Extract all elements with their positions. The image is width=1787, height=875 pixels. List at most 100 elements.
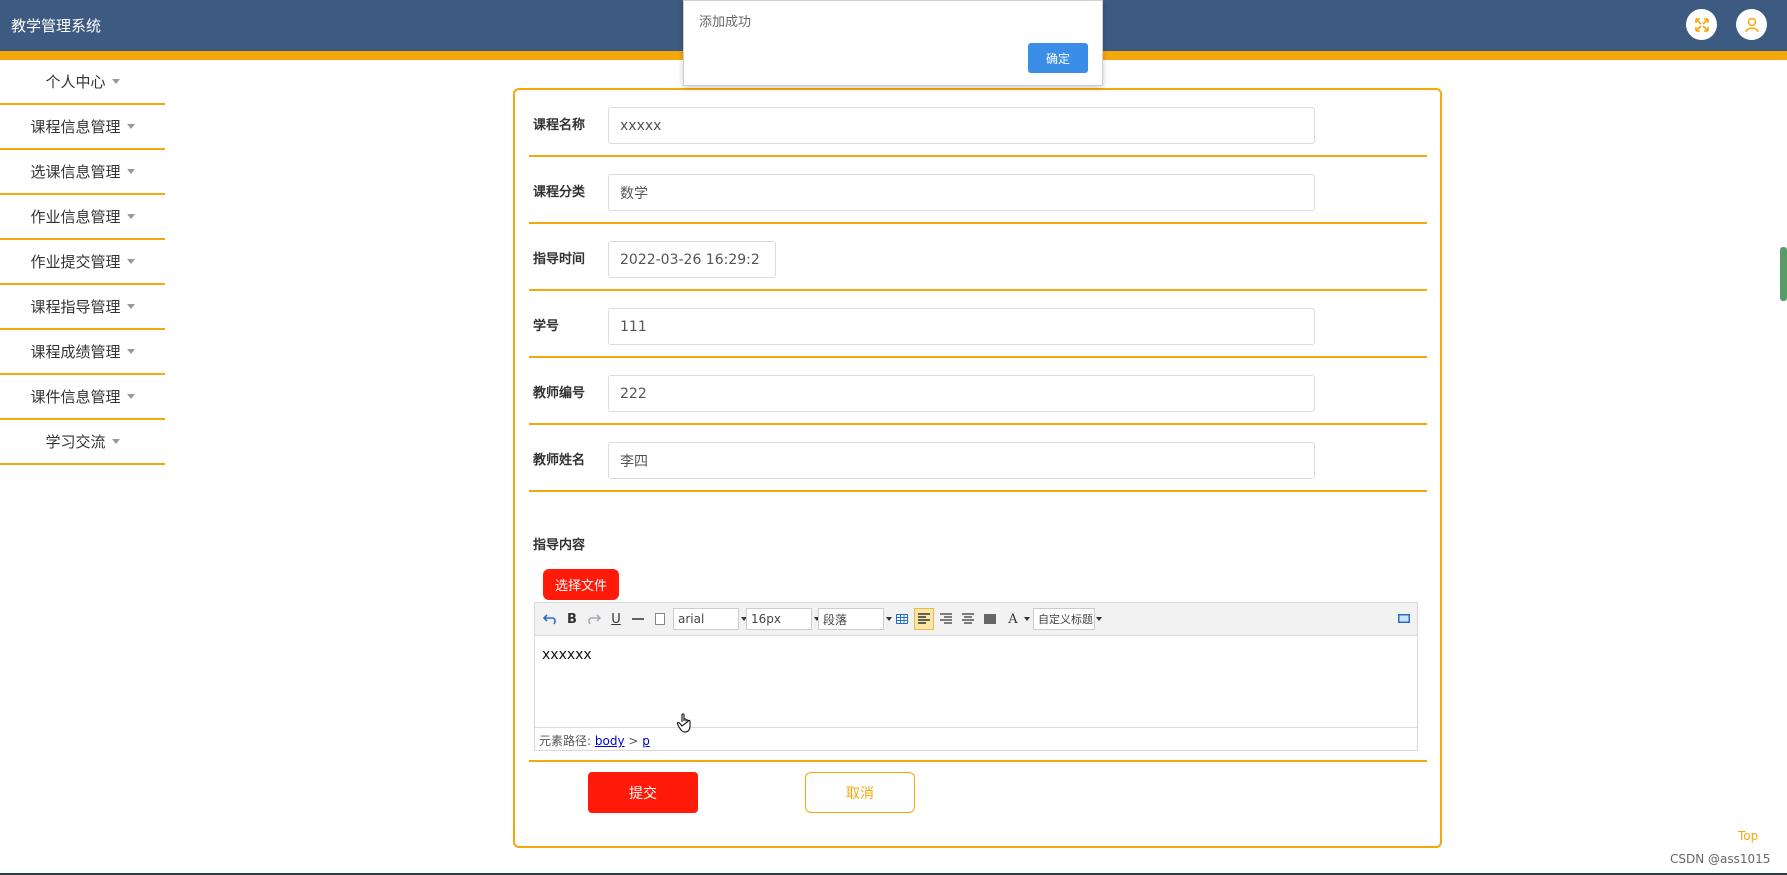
watermark-text: CSDN @ass1015 [1670, 852, 1771, 866]
element-path-separator: > [628, 734, 639, 748]
caret-down-icon [126, 259, 135, 264]
font-color-button[interactable]: A [1003, 608, 1023, 630]
align-justify-button[interactable] [980, 608, 1000, 630]
align-right-icon [940, 613, 952, 624]
form-row-guide-time: 指导时间 2022-03-26 16:29:2 [529, 224, 1427, 291]
teacher-name-label: 教师姓名 [533, 453, 586, 468]
custom-heading-select[interactable]: 自定义标题 [1033, 608, 1095, 630]
sidebar-item-study-exchange[interactable]: 学习交流 [0, 420, 165, 465]
font-size-select[interactable]: 16px [746, 608, 820, 630]
sidebar-item-course-grades[interactable]: 课程成绩管理 [0, 330, 165, 375]
expand-icon [1694, 17, 1709, 32]
caret-down-icon [126, 124, 135, 129]
dialog-message: 添加成功 [699, 15, 752, 30]
expand-button[interactable] [1686, 9, 1717, 40]
element-path-p-link[interactable]: p [642, 734, 650, 748]
element-path-body-link[interactable]: body [595, 734, 625, 748]
sidebar-item-homework-submission[interactable]: 作业提交管理 [0, 240, 165, 285]
sidebar-item-label: 课程信息管理 [30, 118, 121, 136]
dropdown-arrow-icon [1024, 617, 1030, 621]
editor-element-path: 元素路径: body > p [535, 727, 1417, 750]
sidebar-item-label: 课程成绩管理 [30, 343, 121, 361]
caret-down-icon [111, 79, 120, 84]
scrollbar-thumb[interactable] [1780, 247, 1787, 301]
sidebar-item-course-selection[interactable]: 选课信息管理 [0, 150, 165, 195]
underline-button[interactable]: U [607, 608, 625, 630]
sidebar-item-personal-center[interactable]: 个人中心 [0, 60, 165, 105]
font-family-value: arial [678, 612, 705, 626]
document-icon [655, 613, 665, 625]
align-justify-icon [984, 614, 996, 624]
paste-plain-button[interactable] [651, 608, 669, 630]
dropdown-arrow-icon [1096, 617, 1102, 621]
redo-icon [588, 614, 601, 625]
user-button[interactable] [1736, 9, 1767, 40]
fullscreen-button[interactable] [1395, 608, 1413, 630]
form-row-student-no: 学号 111 [529, 291, 1427, 358]
font-size-value: 16px [751, 612, 781, 626]
caret-down-icon [111, 439, 120, 444]
align-right-button[interactable] [936, 608, 956, 630]
paragraph-value: 段落 [823, 612, 848, 627]
sidebar-item-label: 作业提交管理 [30, 253, 121, 271]
student-no-label: 学号 [533, 319, 560, 334]
caret-down-icon [126, 214, 135, 219]
form-row-course-category: 课程分类 数学 [529, 157, 1427, 224]
sidebar-item-label: 选课信息管理 [30, 163, 121, 181]
teacher-no-field[interactable]: 222 [608, 375, 1315, 412]
caret-down-icon [126, 169, 135, 174]
course-category-label: 课程分类 [533, 185, 586, 200]
editor-content-text: xxxxxx [542, 647, 592, 663]
font-family-select[interactable]: arial [673, 608, 747, 630]
insert-table-button[interactable] [892, 608, 912, 630]
sidebar-item-course-guidance[interactable]: 课程指导管理 [0, 285, 165, 330]
hand-cursor-icon [676, 713, 691, 733]
editor-content[interactable]: xxxxxx [535, 636, 1417, 728]
monitor-icon [1398, 614, 1410, 623]
editor-toolbar: B U arial 16px 段落 A 自定义标题 [535, 603, 1417, 636]
choose-file-button[interactable]: 选择文件 [543, 569, 619, 600]
sidebar-item-label: 学习交流 [45, 433, 106, 451]
align-center-icon [962, 613, 974, 624]
teacher-name-field[interactable]: 李四 [608, 442, 1315, 479]
caret-down-icon [126, 349, 135, 354]
redo-button[interactable] [585, 608, 603, 630]
sidebar-item-label: 课件信息管理 [30, 388, 121, 406]
divider [529, 760, 1427, 762]
caret-down-icon [126, 304, 135, 309]
sidebar-item-label: 个人中心 [45, 73, 106, 91]
sidebar-menu: 个人中心 课程信息管理 选课信息管理 作业信息管理 作业提交管理 课程指导管理 … [0, 60, 165, 465]
align-left-button[interactable] [914, 608, 934, 630]
horizontal-rule-icon [632, 618, 644, 620]
font-color-dropdown[interactable] [1023, 608, 1031, 630]
submit-button[interactable]: 提交 [588, 772, 698, 813]
user-icon [1744, 17, 1759, 32]
rich-text-editor: B U arial 16px 段落 A 自定义标题 xxxxxx 元素路径: b… [534, 602, 1418, 751]
back-to-top-link[interactable]: Top [1738, 829, 1758, 843]
guide-time-label: 指导时间 [533, 252, 586, 267]
bold-button[interactable]: B [563, 608, 581, 630]
align-center-button[interactable] [958, 608, 978, 630]
cancel-button[interactable]: 取消 [805, 772, 915, 813]
horizontal-rule-button[interactable] [629, 608, 647, 630]
student-no-field[interactable]: 111 [608, 308, 1315, 345]
sidebar-item-course-info[interactable]: 课程信息管理 [0, 105, 165, 150]
course-name-field[interactable]: xxxxx [608, 107, 1315, 144]
success-dialog: 添加成功 确定 [683, 0, 1103, 86]
form-row-teacher-no: 教师编号 222 [529, 358, 1427, 425]
page: 教学管理系统 个人中心 课程信息管理 选课信息管理 作业信息管理 作业提交管理 … [0, 0, 1787, 875]
paragraph-select[interactable]: 段落 [818, 608, 892, 630]
undo-icon [543, 614, 556, 625]
sidebar-item-courseware[interactable]: 课件信息管理 [0, 375, 165, 420]
align-left-icon [918, 613, 930, 624]
app-title: 教学管理系统 [11, 17, 102, 35]
sidebar-item-label: 课程指导管理 [30, 298, 121, 316]
sidebar-item-homework-info[interactable]: 作业信息管理 [0, 195, 165, 240]
dialog-ok-button[interactable]: 确定 [1028, 43, 1088, 73]
custom-heading-dropdown[interactable] [1096, 608, 1102, 630]
undo-button[interactable] [541, 608, 559, 630]
guide-time-field[interactable]: 2022-03-26 16:29:2 [608, 241, 776, 278]
caret-down-icon [126, 394, 135, 399]
course-category-field[interactable]: 数学 [608, 174, 1315, 211]
element-path-label: 元素路径: [539, 734, 592, 748]
